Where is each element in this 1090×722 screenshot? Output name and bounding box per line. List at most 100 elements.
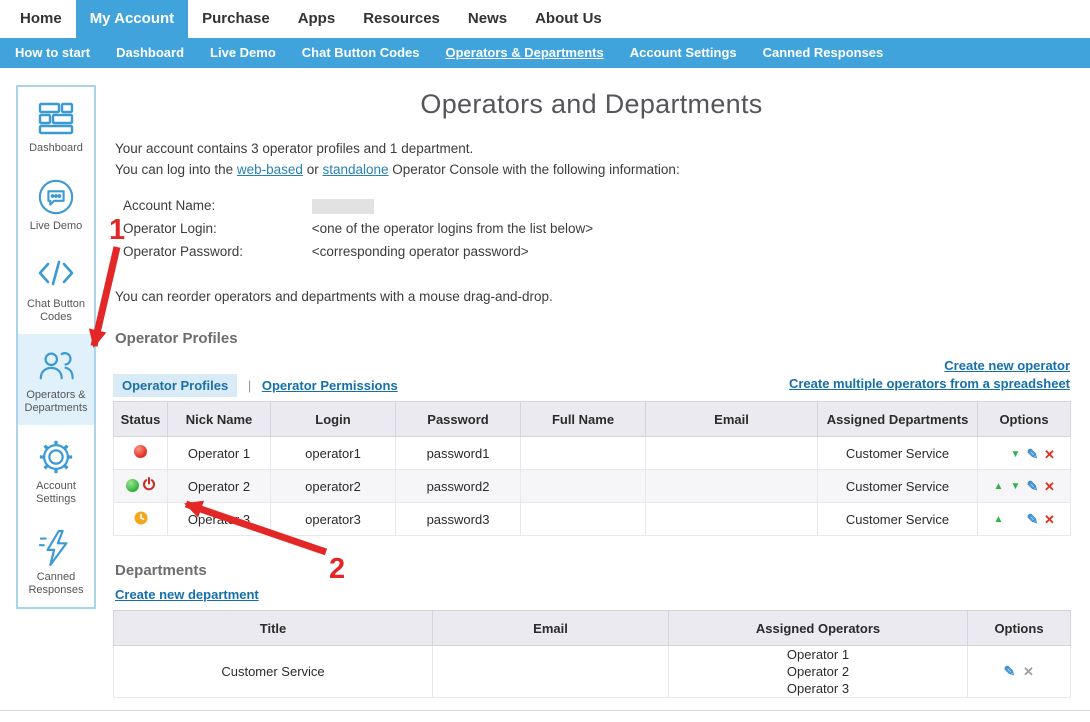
departments-heading: Departments <box>115 562 1070 579</box>
code-icon <box>20 256 92 294</box>
department-row[interactable]: Customer Service Operator 1 Operator 2 O… <box>114 646 1071 698</box>
create-new-department-link[interactable]: Create new department <box>115 587 259 602</box>
operator-full-name <box>521 470 646 503</box>
sidebar-item-live-demo[interactable]: Live Demo <box>18 165 94 243</box>
top-nav: Home My Account Purchase Apps Resources … <box>0 0 1090 38</box>
lightning-icon <box>20 529 92 567</box>
top-nav-apps[interactable]: Apps <box>284 0 350 38</box>
top-nav-resources[interactable]: Resources <box>349 0 454 38</box>
sub-nav-dashboard[interactable]: Dashboard <box>103 38 197 68</box>
operator-login-value: <one of the operator logins from the lis… <box>312 221 593 236</box>
status-away-clock-icon <box>134 513 148 528</box>
create-multiple-operators-link[interactable]: Create multiple operators from a spreads… <box>789 375 1070 393</box>
top-nav-home[interactable]: Home <box>6 0 76 38</box>
edit-icon[interactable]: ✎ <box>1027 446 1039 463</box>
account-name-label: Account Name: <box>123 194 308 217</box>
operator-row-2[interactable]: Operator 2 operator2 password2 Customer … <box>114 470 1071 503</box>
operator-login-label: Operator Login: <box>123 217 308 240</box>
operators-table-header: Status Nick Name Login Password Full Nam… <box>114 402 1071 437</box>
col-full-name: Full Name <box>521 402 646 437</box>
operator-login: operator1 <box>271 437 396 470</box>
top-nav-my-account[interactable]: My Account <box>76 0 188 38</box>
move-up-icon[interactable]: ▲ <box>994 514 1004 525</box>
reorder-note: You can reorder operators and department… <box>115 289 1070 304</box>
sidebar-item-label: Dashboard <box>20 142 92 155</box>
sidebar-item-operators-departments[interactable]: Operators & Departments <box>18 334 94 425</box>
sidebar-item-label: Live Demo <box>20 220 92 233</box>
account-name-redacted <box>312 199 374 214</box>
operator-login: operator3 <box>271 503 396 536</box>
web-based-link[interactable]: web-based <box>237 162 303 177</box>
col-assigned-departments: Assigned Departments <box>818 402 978 437</box>
col-options: Options <box>978 402 1071 437</box>
operator-departments: Customer Service <box>818 437 978 470</box>
col-login: Login <box>271 402 396 437</box>
sidebar-item-canned-responses[interactable]: Canned Responses <box>18 516 94 607</box>
col-assigned-operators: Assigned Operators <box>669 611 968 646</box>
operators-icon <box>20 347 92 385</box>
operator-tabs-bar: Operator Profiles | Operator Permissions… <box>113 357 1070 393</box>
sub-nav-canned-responses[interactable]: Canned Responses <box>750 38 897 68</box>
move-down-icon[interactable]: ▼ <box>1011 449 1021 460</box>
delete-icon[interactable]: ✕ <box>1044 512 1055 528</box>
operator-departments: Customer Service <box>818 503 978 536</box>
operator-departments: Customer Service <box>818 470 978 503</box>
sub-nav-chat-button-codes[interactable]: Chat Button Codes <box>289 38 433 68</box>
sub-nav-account-settings[interactable]: Account Settings <box>617 38 750 68</box>
operator-email <box>646 470 818 503</box>
intro-text: Your account contains 3 operator profile… <box>115 138 1070 180</box>
top-nav-news[interactable]: News <box>454 0 521 38</box>
col-options: Options <box>968 611 1071 646</box>
sub-nav-live-demo[interactable]: Live Demo <box>197 38 289 68</box>
operator-row-3[interactable]: Operator 3 operator3 password3 Customer … <box>114 503 1071 536</box>
departments-table: Title Email Assigned Operators Options C… <box>113 610 1071 698</box>
status-offline-icon <box>134 445 147 458</box>
top-nav-about-us[interactable]: About Us <box>521 0 616 38</box>
col-email: Email <box>646 402 818 437</box>
department-email <box>433 646 669 698</box>
operator-row-1[interactable]: Operator 1 operator1 password1 Customer … <box>114 437 1071 470</box>
col-status: Status <box>114 402 168 437</box>
sidebar-item-chat-button-codes[interactable]: Chat Button Codes <box>18 243 94 334</box>
operator-password: password1 <box>396 437 521 470</box>
tab-operator-permissions[interactable]: Operator Permissions <box>262 378 398 393</box>
page: Home My Account Purchase Apps Resources … <box>0 0 1090 722</box>
top-nav-purchase[interactable]: Purchase <box>188 0 284 38</box>
col-nick-name: Nick Name <box>168 402 271 437</box>
sidebar-item-dashboard[interactable]: Dashboard <box>18 87 94 165</box>
delete-icon[interactable]: ✕ <box>1044 447 1055 463</box>
sub-nav-operators-departments[interactable]: Operators & Departments <box>433 38 617 68</box>
departments-table-header: Title Email Assigned Operators Options <box>114 611 1071 646</box>
edit-icon[interactable]: ✎ <box>1027 478 1039 495</box>
logout-power-icon[interactable] <box>142 477 156 494</box>
operator-full-name <box>521 503 646 536</box>
account-info: Account Name: Operator Login: <one of th… <box>123 194 1070 263</box>
tab-separator: | <box>248 378 251 393</box>
sidebar: Dashboard Live Demo Chat <box>16 85 96 609</box>
move-up-icon[interactable]: ▲ <box>994 481 1004 492</box>
operator-full-name <box>521 437 646 470</box>
department-operators: Operator 1 Operator 2 Operator 3 <box>669 646 968 698</box>
page-title: Operators and Departments <box>113 88 1070 120</box>
sub-nav: How to start Dashboard Live Demo Chat Bu… <box>0 38 1090 68</box>
sidebar-item-account-settings[interactable]: Account Settings <box>18 425 94 516</box>
sidebar-item-label: Operators & Departments <box>20 389 92 415</box>
operators-table: Status Nick Name Login Password Full Nam… <box>113 401 1071 536</box>
move-down-icon[interactable]: ▼ <box>1011 481 1021 492</box>
edit-icon[interactable]: ✎ <box>1004 663 1016 680</box>
edit-icon[interactable]: ✎ <box>1027 511 1039 528</box>
delete-icon[interactable]: ✕ <box>1044 479 1055 495</box>
standalone-link[interactable]: standalone <box>322 162 388 177</box>
sidebar-item-label: Canned Responses <box>20 571 92 597</box>
live-demo-icon <box>20 178 92 216</box>
operator-nick: Operator 2 <box>168 470 271 503</box>
operator-password-label: Operator Password: <box>123 240 308 263</box>
col-password: Password <box>396 402 521 437</box>
operator-nick: Operator 3 <box>168 503 271 536</box>
sub-nav-how-to-start[interactable]: How to start <box>2 38 103 68</box>
status-online-icon <box>126 479 139 492</box>
tab-operator-profiles[interactable]: Operator Profiles <box>113 374 237 397</box>
dashboard-icon <box>20 100 92 138</box>
department-title: Customer Service <box>114 646 433 698</box>
create-new-operator-link[interactable]: Create new operator <box>789 357 1070 375</box>
